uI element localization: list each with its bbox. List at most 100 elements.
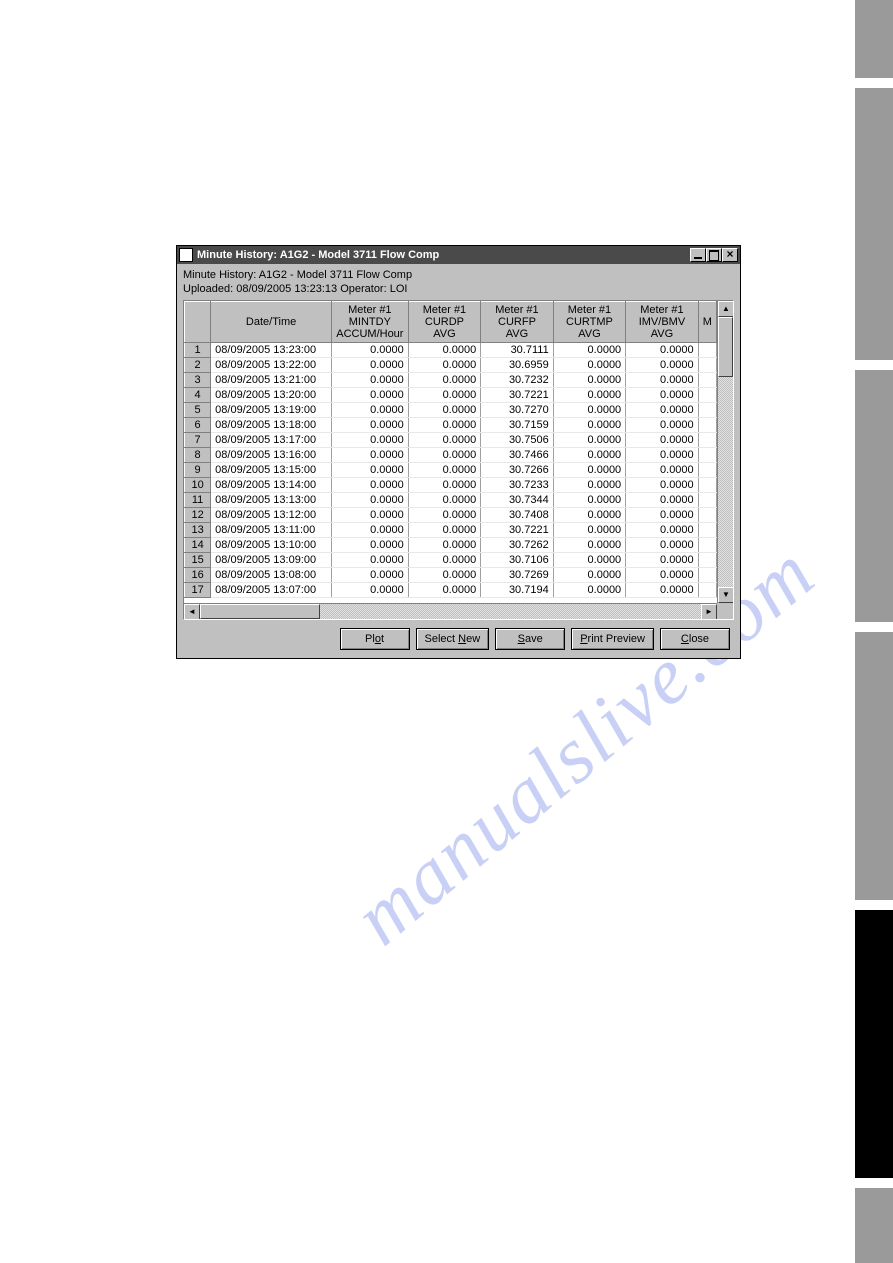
cell-value[interactable]: 0.0000 bbox=[331, 448, 408, 463]
cell-datetime[interactable]: 08/09/2005 13:09:00 bbox=[211, 553, 332, 568]
close-icon[interactable] bbox=[722, 248, 738, 262]
cell-value[interactable]: 30.7269 bbox=[481, 568, 553, 583]
table-row[interactable]: 508/09/2005 13:19:000.00000.000030.72700… bbox=[185, 403, 717, 418]
scroll-left-icon[interactable]: ◄ bbox=[184, 604, 200, 620]
cell-value[interactable]: 30.7408 bbox=[481, 508, 553, 523]
cell-datetime[interactable]: 08/09/2005 13:17:00 bbox=[211, 433, 332, 448]
cell-value[interactable]: 0.0000 bbox=[553, 418, 625, 433]
cell-datetime[interactable]: 08/09/2005 13:12:00 bbox=[211, 508, 332, 523]
cell-value[interactable]: 30.7221 bbox=[481, 523, 553, 538]
cell-datetime[interactable]: 08/09/2005 13:21:00 bbox=[211, 373, 332, 388]
cell-value[interactable]: 30.7266 bbox=[481, 463, 553, 478]
cell-value[interactable]: 0.0000 bbox=[626, 373, 698, 388]
cell-value[interactable]: 0.0000 bbox=[553, 508, 625, 523]
table-row[interactable]: 1608/09/2005 13:08:000.00000.000030.7269… bbox=[185, 568, 717, 583]
cell-datetime[interactable]: 08/09/2005 13:10:00 bbox=[211, 538, 332, 553]
maximize-button[interactable] bbox=[706, 248, 722, 262]
cell-value[interactable]: 0.0000 bbox=[408, 463, 480, 478]
scroll-up-icon[interactable]: ▲ bbox=[718, 301, 734, 317]
cell-value[interactable]: 30.7262 bbox=[481, 538, 553, 553]
cell-value[interactable]: 0.0000 bbox=[626, 433, 698, 448]
cell-value[interactable]: 30.7111 bbox=[481, 343, 553, 358]
cell-value[interactable]: 30.7233 bbox=[481, 478, 553, 493]
row-number[interactable]: 14 bbox=[185, 538, 211, 553]
cell-value[interactable]: 30.7466 bbox=[481, 448, 553, 463]
cell-value[interactable]: 0.0000 bbox=[408, 358, 480, 373]
cell-datetime[interactable]: 08/09/2005 13:08:00 bbox=[211, 568, 332, 583]
cell-datetime[interactable]: 08/09/2005 13:13:00 bbox=[211, 493, 332, 508]
cell-value[interactable]: 0.0000 bbox=[626, 403, 698, 418]
cell-value[interactable]: 0.0000 bbox=[408, 508, 480, 523]
cell-value[interactable]: 30.7159 bbox=[481, 418, 553, 433]
cell-value[interactable]: 0.0000 bbox=[626, 388, 698, 403]
cell-datetime[interactable]: 08/09/2005 13:22:00 bbox=[211, 358, 332, 373]
cell-value[interactable]: 0.0000 bbox=[331, 478, 408, 493]
row-number[interactable]: 15 bbox=[185, 553, 211, 568]
cell-value[interactable]: 0.0000 bbox=[331, 403, 408, 418]
horizontal-scrollbar[interactable]: ◄ ► bbox=[184, 603, 717, 619]
cell-value[interactable]: 0.0000 bbox=[553, 343, 625, 358]
scroll-right-icon[interactable]: ► bbox=[701, 604, 717, 620]
column-header-partial[interactable]: M bbox=[698, 302, 716, 343]
row-number[interactable]: 5 bbox=[185, 403, 211, 418]
column-header[interactable]: Meter #1IMV/BMVAVG bbox=[626, 302, 698, 343]
row-number[interactable]: 6 bbox=[185, 418, 211, 433]
table-row[interactable]: 908/09/2005 13:15:000.00000.000030.72660… bbox=[185, 463, 717, 478]
cell-value[interactable]: 0.0000 bbox=[626, 343, 698, 358]
cell-value[interactable]: 0.0000 bbox=[408, 388, 480, 403]
cell-value[interactable]: 30.7232 bbox=[481, 373, 553, 388]
table-row[interactable]: 1508/09/2005 13:09:000.00000.000030.7106… bbox=[185, 553, 717, 568]
column-header[interactable]: Meter #1CURFPAVG bbox=[481, 302, 553, 343]
cell-value[interactable]: 0.0000 bbox=[626, 568, 698, 583]
row-number[interactable]: 7 bbox=[185, 433, 211, 448]
cell-value[interactable]: 30.7194 bbox=[481, 583, 553, 598]
table-row[interactable]: 408/09/2005 13:20:000.00000.000030.72210… bbox=[185, 388, 717, 403]
table-row[interactable]: 1708/09/2005 13:07:000.00000.000030.7194… bbox=[185, 583, 717, 598]
vertical-scrollbar[interactable]: ▲ ▼ bbox=[717, 301, 733, 603]
cell-value[interactable]: 0.0000 bbox=[331, 568, 408, 583]
cell-value[interactable]: 0.0000 bbox=[626, 448, 698, 463]
cell-value[interactable]: 30.7344 bbox=[481, 493, 553, 508]
cell-value[interactable]: 0.0000 bbox=[408, 373, 480, 388]
cell-value[interactable]: 30.7270 bbox=[481, 403, 553, 418]
row-number[interactable]: 10 bbox=[185, 478, 211, 493]
row-number[interactable]: 4 bbox=[185, 388, 211, 403]
table-row[interactable]: 1308/09/2005 13:11:000.00000.000030.7221… bbox=[185, 523, 717, 538]
cell-value[interactable]: 0.0000 bbox=[553, 388, 625, 403]
titlebar[interactable]: Minute History: A1G2 - Model 3711 Flow C… bbox=[177, 246, 740, 264]
cell-value[interactable]: 0.0000 bbox=[408, 493, 480, 508]
data-grid[interactable]: Date/TimeMeter #1MINTDYACCUM/HourMeter #… bbox=[183, 300, 734, 620]
cell-value[interactable]: 0.0000 bbox=[408, 403, 480, 418]
minimize-button[interactable] bbox=[690, 248, 706, 262]
cell-value[interactable]: 0.0000 bbox=[626, 508, 698, 523]
table-row[interactable]: 808/09/2005 13:16:000.00000.000030.74660… bbox=[185, 448, 717, 463]
cell-value[interactable]: 30.7106 bbox=[481, 553, 553, 568]
cell-value[interactable]: 0.0000 bbox=[331, 523, 408, 538]
cell-value[interactable]: 0.0000 bbox=[553, 493, 625, 508]
cell-value[interactable]: 0.0000 bbox=[626, 358, 698, 373]
row-number[interactable]: 1 bbox=[185, 343, 211, 358]
cell-datetime[interactable]: 08/09/2005 13:23:00 bbox=[211, 343, 332, 358]
row-number[interactable]: 12 bbox=[185, 508, 211, 523]
cell-value[interactable]: 0.0000 bbox=[408, 553, 480, 568]
cell-value[interactable]: 0.0000 bbox=[626, 478, 698, 493]
cell-value[interactable]: 0.0000 bbox=[626, 538, 698, 553]
cell-datetime[interactable]: 08/09/2005 13:14:00 bbox=[211, 478, 332, 493]
row-number[interactable]: 17 bbox=[185, 583, 211, 598]
save-button[interactable]: Save bbox=[495, 628, 565, 650]
cell-datetime[interactable]: 08/09/2005 13:11:00 bbox=[211, 523, 332, 538]
table-row[interactable]: 308/09/2005 13:21:000.00000.000030.72320… bbox=[185, 373, 717, 388]
column-header[interactable]: Meter #1CURDPAVG bbox=[408, 302, 480, 343]
cell-value[interactable]: 0.0000 bbox=[553, 538, 625, 553]
cell-datetime[interactable]: 08/09/2005 13:18:00 bbox=[211, 418, 332, 433]
table-row[interactable]: 108/09/2005 13:23:000.00000.000030.71110… bbox=[185, 343, 717, 358]
cell-datetime[interactable]: 08/09/2005 13:20:00 bbox=[211, 388, 332, 403]
cell-value[interactable]: 0.0000 bbox=[553, 403, 625, 418]
cell-value[interactable]: 0.0000 bbox=[553, 358, 625, 373]
cell-value[interactable]: 0.0000 bbox=[408, 478, 480, 493]
cell-value[interactable]: 0.0000 bbox=[331, 388, 408, 403]
row-number[interactable]: 16 bbox=[185, 568, 211, 583]
cell-value[interactable]: 0.0000 bbox=[331, 583, 408, 598]
table-row[interactable]: 708/09/2005 13:17:000.00000.000030.75060… bbox=[185, 433, 717, 448]
cell-value[interactable]: 0.0000 bbox=[626, 463, 698, 478]
